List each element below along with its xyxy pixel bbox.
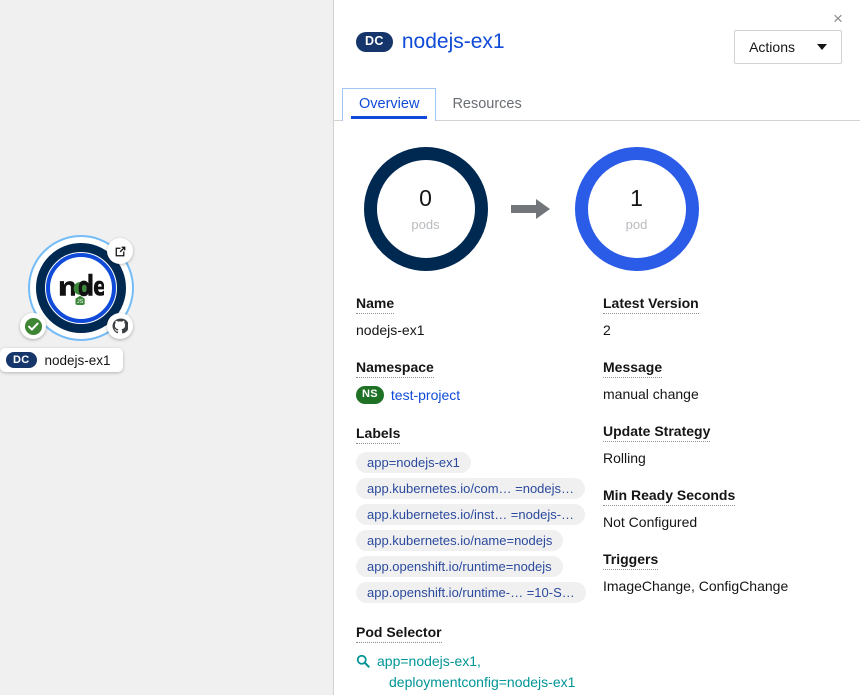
detail-name-value: nodejs-ex1 xyxy=(356,322,425,338)
actions-button-label: Actions xyxy=(749,39,795,55)
github-icon xyxy=(112,318,128,334)
detail-name-term[interactable]: Name xyxy=(356,295,395,314)
detail-triggers: Triggers ImageChange, ConfigChange xyxy=(603,551,842,594)
detail-update-strategy-term[interactable]: Update Strategy xyxy=(603,423,711,442)
details-side-panel: × DC nodejs-ex1 Actions Overview Resourc… xyxy=(333,0,860,695)
pod-selector-line-2: deploymentconfig=nodejs-ex1 xyxy=(389,674,576,691)
namespace-link[interactable]: test-project xyxy=(391,387,460,403)
pod-selector-line-1: app=nodejs-ex1, xyxy=(377,652,481,669)
panel-title-group: DC nodejs-ex1 xyxy=(356,30,505,54)
search-icon xyxy=(356,654,370,668)
desired-pods-donut: 1 pod xyxy=(574,147,699,271)
status-check-badge xyxy=(20,313,46,339)
nodejs-hex-icon: JS xyxy=(75,295,85,305)
current-pods-donut: 0 pods xyxy=(363,147,488,271)
current-pods-unit: pods xyxy=(411,216,440,232)
resource-kind-badge: DC xyxy=(356,32,393,52)
detail-latest-version-term[interactable]: Latest Version xyxy=(603,295,699,314)
detail-min-ready-seconds-value: Not Configured xyxy=(603,514,698,530)
labels-list: app=nodejs-ex1 app.kubernetes.io/com… =n… xyxy=(356,451,603,603)
detail-name: Name nodejs-ex1 xyxy=(356,295,603,338)
detail-update-strategy: Update Strategy Rolling xyxy=(603,423,842,466)
node-label-chip[interactable]: DC nodejs-ex1 xyxy=(0,348,123,372)
detail-min-ready-seconds: Min Ready Seconds Not Configured xyxy=(603,487,842,530)
actions-button[interactable]: Actions xyxy=(734,30,842,64)
desired-pods-group[interactable]: 1 pod xyxy=(563,147,710,271)
details-right-column: Latest Version 2 Message manual change U… xyxy=(603,295,842,695)
topology-canvas[interactable]: JS DC nodejs-ex1 xyxy=(0,0,333,695)
list-item[interactable]: app.openshift.io/runtime-… =10-S… xyxy=(356,581,586,603)
detail-min-ready-seconds-term[interactable]: Min Ready Seconds xyxy=(603,487,736,506)
chevron-down-icon xyxy=(817,44,827,50)
detail-pod-selector: Pod Selector app=nodejs-ex1, deploymentc… xyxy=(356,624,603,694)
detail-latest-version-value: 2 xyxy=(603,322,611,338)
detail-namespace: Namespace NS test-project xyxy=(356,359,603,404)
tab-bar: Overview Resources xyxy=(334,86,860,121)
detail-message: Message manual change xyxy=(603,359,842,402)
desired-pods-count: 1 xyxy=(630,184,643,211)
list-item[interactable]: app.openshift.io/runtime=nodejs xyxy=(356,555,563,577)
namespace-row: NS test-project xyxy=(356,386,603,404)
page-title: nodejs-ex1 xyxy=(401,30,505,53)
pod-selector-link[interactable]: app=nodejs-ex1, deploymentconfig=nodejs-… xyxy=(356,651,603,694)
check-circle-icon xyxy=(24,317,42,335)
external-link-icon xyxy=(115,246,125,256)
details-left-column: Name nodejs-ex1 Namespace NS test-projec… xyxy=(356,295,603,695)
details-grid: Name nodejs-ex1 Namespace NS test-projec… xyxy=(334,295,860,695)
panel-header: DC nodejs-ex1 Actions xyxy=(334,0,860,64)
current-pods-count: 0 xyxy=(419,184,432,211)
node-kind-badge: DC xyxy=(6,352,37,368)
node-inner-ring: JS xyxy=(46,253,116,323)
detail-update-strategy-value: Rolling xyxy=(603,450,646,466)
node-label-text: nodejs-ex1 xyxy=(44,352,111,368)
detail-latest-version: Latest Version 2 xyxy=(603,295,842,338)
pod-ring-graph: 0 pods 1 pod xyxy=(334,147,860,271)
tab-overview[interactable]: Overview xyxy=(342,88,437,121)
pod-selector-text: app=nodejs-ex1, deploymentconfig=nodejs-… xyxy=(377,651,575,694)
detail-message-term[interactable]: Message xyxy=(603,359,663,378)
source-github-badge[interactable] xyxy=(107,313,133,339)
detail-message-value: manual change xyxy=(603,386,699,402)
nodejs-logo-icon: JS xyxy=(59,273,104,305)
list-item[interactable]: app.kubernetes.io/name=nodejs xyxy=(356,529,564,551)
external-link-badge[interactable] xyxy=(107,238,133,264)
detail-triggers-value: ImageChange, ConfigChange xyxy=(603,578,789,594)
topology-node-nodejs-ex1[interactable]: JS DC nodejs-ex1 xyxy=(0,235,134,375)
namespace-kind-badge: NS xyxy=(356,386,384,404)
detail-labels: Labels app=nodejs-ex1 app.kubernetes.io/… xyxy=(356,425,603,603)
detail-labels-term[interactable]: Labels xyxy=(356,425,401,444)
desired-pods-unit: pod xyxy=(625,216,648,232)
close-icon[interactable]: × xyxy=(826,6,850,30)
tab-resources[interactable]: Resources xyxy=(436,89,538,120)
svg-text:JS: JS xyxy=(77,299,84,305)
current-pods-group[interactable]: 0 pods xyxy=(352,147,499,271)
list-item[interactable]: app.kubernetes.io/com… =nodejs… xyxy=(356,477,586,499)
detail-triggers-term[interactable]: Triggers xyxy=(603,551,659,570)
list-item[interactable]: app=nodejs-ex1 xyxy=(356,451,471,473)
list-item[interactable]: app.kubernetes.io/inst… =nodejs-… xyxy=(356,503,586,525)
detail-namespace-term[interactable]: Namespace xyxy=(356,359,434,378)
arrow-right-icon xyxy=(499,198,563,220)
detail-pod-selector-term[interactable]: Pod Selector xyxy=(356,624,442,643)
